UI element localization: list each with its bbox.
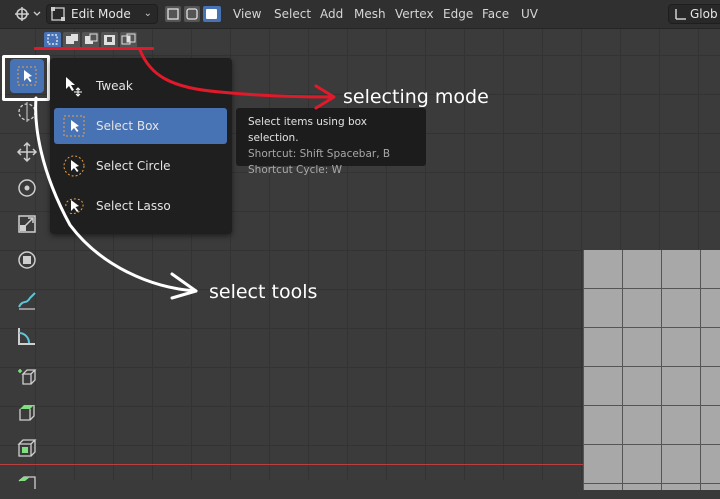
tool-item-label: Tweak <box>96 79 133 93</box>
move-icon <box>16 141 38 163</box>
select-mode-header-group <box>164 4 224 24</box>
menu-edge[interactable]: Edge <box>443 7 473 21</box>
face-select-header-button[interactable] <box>203 6 221 22</box>
transform-orientation-select[interactable]: Glob <box>668 4 720 24</box>
mode-select[interactable]: Edit Mode ⌄ <box>46 4 158 24</box>
bevel-tool[interactable] <box>10 465 44 499</box>
select-circle-icon <box>60 152 88 180</box>
tooltip-description: Select items using box selection. <box>248 116 367 144</box>
cursor-icon <box>18 102 36 122</box>
tool-item-select-box[interactable]: Select Box <box>54 108 227 144</box>
annotation-selecting-mode: selecting mode <box>343 86 489 108</box>
annotate-tool[interactable] <box>10 283 44 317</box>
select-lasso-icon <box>60 192 88 220</box>
transform-tool[interactable] <box>10 243 44 277</box>
mode-select-label: Edit Mode <box>71 7 131 21</box>
move-tool[interactable] <box>10 135 44 169</box>
tool-item-label: Select Lasso <box>96 199 171 213</box>
extrude-icon <box>19 405 35 421</box>
menu-view[interactable]: View <box>233 7 261 21</box>
select-intersect-icon <box>121 33 136 45</box>
select-mode-extend[interactable] <box>63 32 80 48</box>
extrude-tool[interactable] <box>10 395 44 429</box>
annotation-select-tools: select tools <box>209 281 318 303</box>
x-axis-line <box>0 464 583 465</box>
select-extend-icon <box>66 34 78 44</box>
tool-tooltip: Select items using box selection. Shortc… <box>236 108 426 176</box>
transform-icon <box>18 251 36 269</box>
menu-uv[interactable]: UV <box>521 7 538 21</box>
viewport-header: Edit Mode ⌄ View Select Add Mesh Vertex … <box>0 0 720 29</box>
select-new-icon <box>47 34 58 45</box>
edge-select-header-button[interactable] <box>184 6 200 22</box>
orientation-icon <box>675 9 686 20</box>
editor-type-icon <box>15 7 41 21</box>
bevel-icon <box>18 476 36 489</box>
add-cube-tool[interactable] <box>10 359 44 393</box>
rotate-icon <box>18 179 36 197</box>
edit-mode-icon <box>51 7 65 21</box>
tweak-icon <box>60 72 88 100</box>
select-mode-subtract[interactable] <box>82 32 99 48</box>
orientation-label: Glob <box>690 7 718 21</box>
select-mode-invert[interactable] <box>101 32 118 48</box>
measure-tool[interactable] <box>10 319 44 353</box>
tool-item-label: Select Box <box>96 119 160 133</box>
tool-item-select-circle[interactable]: Select Circle <box>54 148 227 184</box>
add-cube-icon <box>18 369 37 385</box>
vertex-select-header-button[interactable] <box>165 6 181 22</box>
mesh-object[interactable] <box>583 250 720 490</box>
select-box-icon <box>60 112 88 140</box>
tool-item-label: Select Circle <box>96 159 171 173</box>
editor-type-button[interactable] <box>10 4 42 24</box>
annotation-underline <box>34 47 154 50</box>
scale-icon <box>18 215 36 233</box>
menu-mesh[interactable]: Mesh <box>354 7 386 21</box>
tool-item-tweak[interactable]: Tweak <box>54 68 227 104</box>
inset-tool[interactable] <box>10 431 44 465</box>
tool-shelf <box>6 55 48 489</box>
scale-tool[interactable] <box>10 207 44 241</box>
tool-popup-menu: Tweak Select Box Select Circle Select La… <box>50 58 232 234</box>
annotate-icon <box>18 292 36 310</box>
tooltip-shortcut-cycle: Shortcut Cycle: W <box>248 164 343 176</box>
tooltip-shortcut: Shortcut: Shift Spacebar, B <box>248 148 391 160</box>
rotate-tool[interactable] <box>10 171 44 205</box>
chevron-down-icon: ⌄ <box>143 8 152 19</box>
select-mode-intersect[interactable] <box>120 32 137 48</box>
menu-select[interactable]: Select <box>274 7 311 21</box>
menu-add[interactable]: Add <box>320 7 343 21</box>
menu-vertex[interactable]: Vertex <box>395 7 434 21</box>
select-mode-new[interactable] <box>44 32 61 48</box>
select-subtract-icon <box>85 33 98 44</box>
inset-icon <box>17 439 37 457</box>
menu-face[interactable]: Face <box>482 7 509 21</box>
select-invert-icon <box>104 35 115 45</box>
measure-icon <box>18 328 35 345</box>
annotation-highlight-box <box>2 55 50 101</box>
tool-item-select-lasso[interactable]: Select Lasso <box>54 188 227 224</box>
